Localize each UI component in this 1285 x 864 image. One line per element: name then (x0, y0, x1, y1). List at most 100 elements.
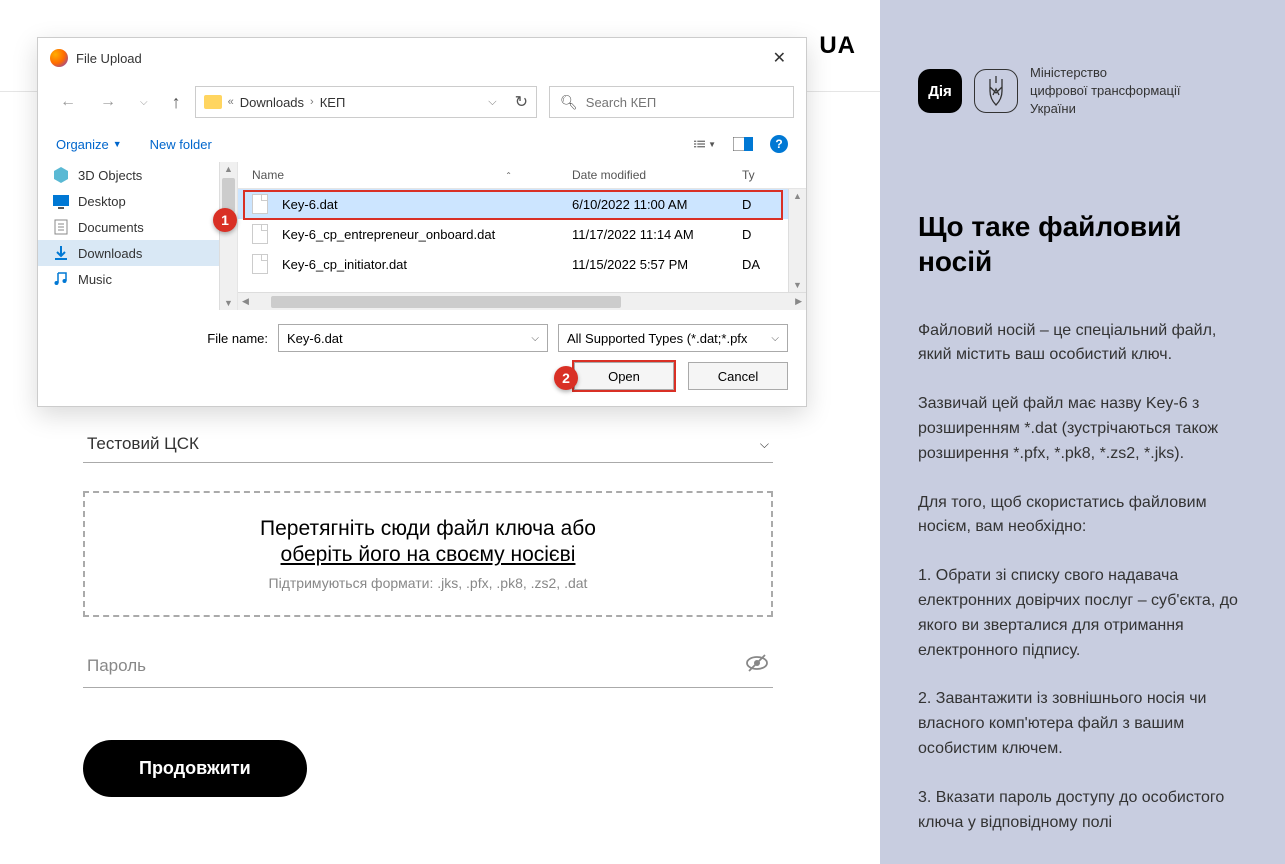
filename-label: File name: (207, 331, 268, 346)
provider-value: Тестовий ЦСК (87, 434, 199, 454)
nav-forward-icon[interactable]: → (90, 87, 126, 117)
language-label: UA (819, 32, 856, 60)
documents-icon (52, 219, 70, 235)
path-segment[interactable]: Downloads (240, 95, 304, 110)
file-date: 11/15/2022 5:57 PM (572, 257, 742, 272)
files-h-scrollbar[interactable]: ◀ ▶ (238, 292, 806, 310)
file-name: Key-6_cp_entrepreneur_onboard.dat (282, 227, 495, 242)
tree-scrollbar[interactable]: ▲ ▼ (219, 162, 237, 310)
files-scrollbar[interactable]: ▲ ▼ (788, 189, 806, 292)
column-header-name[interactable]: Name⌃ (252, 168, 572, 182)
new-folder-button[interactable]: New folder (150, 137, 212, 152)
file-icon (252, 224, 268, 244)
preview-pane-icon[interactable] (732, 135, 754, 153)
sidebar-paragraph: 3. Вказати пароль доступу до особистого … (918, 786, 1247, 836)
file-icon (252, 194, 268, 214)
chevron-down-icon[interactable]: ⌵ (531, 333, 539, 344)
cancel-button[interactable]: Cancel (688, 362, 788, 390)
tree-item-label: 3D Objects (78, 168, 142, 183)
firefox-icon (50, 49, 68, 67)
sort-arrow-icon: ⌃ (505, 171, 512, 180)
search-box[interactable]: 🔍︎ (549, 86, 794, 118)
password-input[interactable]: Пароль (83, 645, 773, 688)
chevron-down-icon[interactable]: ⌵ (771, 333, 779, 344)
ministry-label: Міністерство цифрової трансформації Укра… (1030, 64, 1180, 119)
diia-logo: Дія (918, 69, 962, 113)
sidebar-paragraph: Для того, щоб скористатись файловим носі… (918, 491, 1247, 541)
open-button[interactable]: Open (574, 362, 674, 390)
sidebar-title: Що таке файловий носій (918, 209, 1247, 279)
dropzone-text: Перетягніть сюди файл ключа або (109, 517, 747, 541)
tree-item-downloads[interactable]: Downloads (38, 240, 219, 266)
chevron-down-icon: ▼ (708, 140, 716, 149)
nav-up-icon[interactable]: ↑ (162, 86, 191, 119)
nav-dropdown-icon[interactable]: ⌵ (130, 91, 158, 114)
tree-item-documents[interactable]: Documents (38, 214, 219, 240)
column-header-type[interactable]: Ty (742, 168, 792, 182)
annotation-marker-1: 1 (213, 208, 237, 232)
filename-input[interactable]: Key-6.dat ⌵ (278, 324, 548, 352)
annotation-marker-2: 2 (554, 366, 578, 390)
close-button[interactable]: ✕ (765, 44, 794, 72)
downloads-icon (52, 245, 70, 261)
file-type: DA (742, 257, 774, 272)
help-icon[interactable]: ? (770, 135, 788, 153)
password-placeholder: Пароль (87, 656, 146, 676)
file-type: D (742, 227, 774, 242)
chevron-down-icon: ▼ (113, 139, 122, 149)
scroll-down-icon[interactable]: ▼ (789, 278, 806, 292)
folder-icon (204, 95, 222, 109)
file-type: D (742, 197, 774, 212)
organize-button[interactable]: Organize ▼ (56, 137, 122, 152)
scroll-down-icon[interactable]: ▼ (220, 296, 237, 310)
chevron-icon: › (310, 96, 314, 108)
path-breadcrumb[interactable]: « Downloads › КЕП ⌵ ↻ (195, 86, 537, 118)
file-type-filter[interactable]: All Supported Types (*.dat;*.pfx ⌵ (558, 324, 788, 352)
path-segment[interactable]: КЕП (320, 95, 346, 110)
dropzone-hint: Підтримуються формати: .jks, .pfx, .pk8,… (109, 575, 747, 591)
continue-button[interactable]: Продовжити (83, 740, 307, 797)
path-dropdown-icon[interactable]: ⌵ (488, 96, 496, 109)
provider-select[interactable]: Тестовий ЦСК ⌵ (83, 426, 773, 463)
tree-item-label: Music (78, 272, 112, 287)
scroll-up-icon[interactable]: ▲ (220, 162, 237, 176)
refresh-icon[interactable]: ↻ (515, 92, 528, 112)
tree-item-label: Documents (78, 220, 144, 235)
nav-back-icon[interactable]: ← (50, 87, 86, 117)
file-name: Key-6.dat (282, 197, 338, 212)
tree-item-3d-objects[interactable]: 3D Objects (38, 162, 219, 188)
search-input[interactable] (586, 95, 783, 110)
file-name: Key-6_cp_initiator.dat (282, 257, 407, 272)
ukraine-emblem-icon (974, 69, 1018, 113)
file-upload-dialog: File Upload ✕ ← → ⌵ ↑ « Downloads › КЕП … (37, 37, 807, 407)
chevron-icon: « (228, 96, 234, 108)
tree-item-music[interactable]: Music (38, 266, 219, 292)
scroll-right-icon[interactable]: ▶ (791, 296, 806, 307)
3d-objects-icon (52, 167, 70, 183)
chevron-down-icon: ⌵ (760, 437, 769, 452)
info-sidebar: Дія Міністерство цифрової трансформації … (880, 0, 1285, 864)
file-date: 6/10/2022 11:00 AM (572, 197, 742, 212)
file-icon (252, 254, 268, 274)
sidebar-paragraph: 2. Завантажити із зовнішнього носія чи в… (918, 687, 1247, 761)
file-row[interactable]: Key-6_cp_initiator.dat 11/15/2022 5:57 P… (238, 249, 788, 279)
tree-item-desktop[interactable]: Desktop (38, 188, 219, 214)
search-icon: 🔍︎ (560, 94, 578, 111)
dropzone-link[interactable]: оберіть його на своєму носієві (109, 543, 747, 567)
file-date: 11/17/2022 11:14 AM (572, 227, 742, 242)
scroll-up-icon[interactable]: ▲ (789, 189, 806, 203)
file-row[interactable]: Key-6_cp_entrepreneur_onboard.dat 11/17/… (238, 219, 788, 249)
file-row[interactable]: Key-6.dat 6/10/2022 11:00 AM D (238, 189, 788, 219)
dialog-title: File Upload (76, 51, 765, 66)
list-view-icon[interactable]: ▼ (694, 135, 716, 153)
scroll-left-icon[interactable]: ◀ (238, 296, 253, 307)
file-dropzone[interactable]: Перетягніть сюди файл ключа або оберіть … (83, 491, 773, 617)
scroll-thumb[interactable] (271, 296, 621, 308)
navigation-tree: 3D Objects Desktop Documents Downloads (38, 162, 238, 310)
sidebar-paragraph: 1. Обрати зі списку свого надавача елект… (918, 564, 1247, 663)
visibility-off-icon[interactable] (745, 653, 769, 679)
music-icon (52, 271, 70, 287)
column-header-date[interactable]: Date modified (572, 168, 742, 182)
tree-item-label: Desktop (78, 194, 126, 209)
sidebar-paragraph: Файловий носій – це спеціальний файл, як… (918, 319, 1247, 369)
